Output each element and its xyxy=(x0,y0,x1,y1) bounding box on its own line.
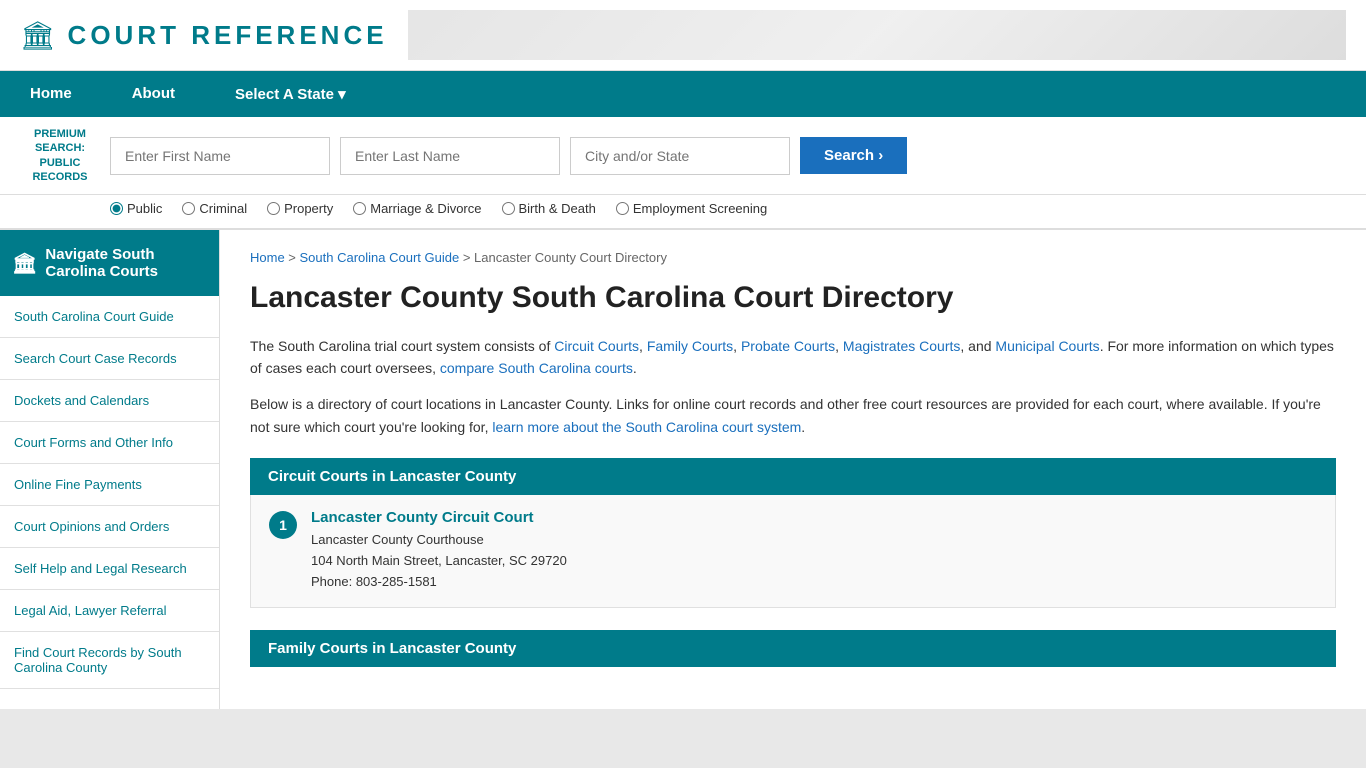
court-building-circuit-1: Lancaster County Courthouse xyxy=(311,530,567,551)
link-municipal-courts[interactable]: Municipal Courts xyxy=(995,338,1099,354)
circuit-courts-section: Circuit Courts in Lancaster County 1 Lan… xyxy=(250,458,1336,607)
sidebar-item-search-records[interactable]: Search Court Case Records xyxy=(0,338,219,380)
sidebar-item-self-help[interactable]: Self Help and Legal Research xyxy=(0,548,219,590)
logo-text: COURT REFERENCE xyxy=(68,20,388,51)
city-input[interactable] xyxy=(570,137,790,175)
search-button[interactable]: Search › xyxy=(800,137,907,174)
radio-bar: Public Criminal Property Marriage & Divo… xyxy=(0,195,1366,230)
sidebar-item-fine-payments[interactable]: Online Fine Payments xyxy=(0,464,219,506)
page-title: Lancaster County South Carolina Court Di… xyxy=(250,279,1336,317)
radio-criminal[interactable]: Criminal xyxy=(182,201,247,216)
radio-property[interactable]: Property xyxy=(267,201,333,216)
main-nav: Home About Select A State ▾ xyxy=(0,71,1366,117)
link-compare-courts[interactable]: compare South Carolina courts xyxy=(440,360,633,376)
link-learn-more[interactable]: learn more about the South Carolina cour… xyxy=(492,419,801,435)
family-courts-header: Family Courts in Lancaster County xyxy=(250,630,1336,667)
breadcrumb-home[interactable]: Home xyxy=(250,250,285,265)
main-wrapper: 🏛 Navigate South Carolina Courts South C… xyxy=(0,230,1366,708)
radio-public[interactable]: Public xyxy=(110,201,162,216)
court-phone-circuit-1: Phone: 803-285-1581 xyxy=(311,572,567,593)
sidebar-item-sc-court-guide[interactable]: South Carolina Court Guide xyxy=(0,296,219,338)
sidebar-icon: 🏛 xyxy=(12,251,37,276)
sidebar-header: 🏛 Navigate South Carolina Courts xyxy=(0,230,219,296)
radio-birth[interactable]: Birth & Death xyxy=(502,201,596,216)
intro-paragraph-1: The South Carolina trial court system co… xyxy=(250,335,1336,380)
search-bar: PREMIUM SEARCH: PUBLIC RECORDS Search › xyxy=(0,117,1366,195)
sidebar: 🏛 Navigate South Carolina Courts South C… xyxy=(0,230,220,708)
breadcrumb: Home > South Carolina Court Guide > Lanc… xyxy=(250,250,1336,265)
nav-about[interactable]: About xyxy=(102,71,205,117)
court-number-1: 1 xyxy=(269,511,297,539)
sidebar-item-find-records[interactable]: Find Court Records by South Carolina Cou… xyxy=(0,632,219,689)
link-family-courts[interactable]: Family Courts xyxy=(647,338,733,354)
link-probate-courts[interactable]: Probate Courts xyxy=(741,338,835,354)
nav-select-state[interactable]: Select A State ▾ xyxy=(205,71,376,117)
premium-label: PREMIUM SEARCH: PUBLIC RECORDS xyxy=(20,127,100,184)
sidebar-item-dockets[interactable]: Dockets and Calendars xyxy=(0,380,219,422)
link-circuit-courts[interactable]: Circuit Courts xyxy=(554,338,639,354)
sidebar-item-legal-aid[interactable]: Legal Aid, Lawyer Referral xyxy=(0,590,219,632)
site-header: 🏛 COURT REFERENCE xyxy=(0,0,1366,71)
sidebar-header-text: Navigate South Carolina Courts xyxy=(45,246,207,280)
radio-marriage[interactable]: Marriage & Divorce xyxy=(353,201,481,216)
family-courts-section: Family Courts in Lancaster County xyxy=(250,630,1336,667)
sidebar-item-opinions[interactable]: Court Opinions and Orders xyxy=(0,506,219,548)
content-area: Home > South Carolina Court Guide > Lanc… xyxy=(220,230,1366,708)
sidebar-item-forms[interactable]: Court Forms and Other Info xyxy=(0,422,219,464)
last-name-input[interactable] xyxy=(340,137,560,175)
radio-employment[interactable]: Employment Screening xyxy=(616,201,767,216)
court-info-circuit-1: Lancaster County Circuit Court Lancaster… xyxy=(311,509,567,592)
link-magistrates-courts[interactable]: Magistrates Courts xyxy=(843,338,960,354)
first-name-input[interactable] xyxy=(110,137,330,175)
court-name-circuit-1[interactable]: Lancaster County Circuit Court xyxy=(311,509,567,526)
circuit-courts-header: Circuit Courts in Lancaster County xyxy=(250,458,1336,495)
breadcrumb-state-guide[interactable]: South Carolina Court Guide xyxy=(300,250,460,265)
logo-icon: 🏛 xyxy=(20,19,56,52)
intro-paragraph-2: Below is a directory of court locations … xyxy=(250,393,1336,438)
court-address-circuit-1: 104 North Main Street, Lancaster, SC 297… xyxy=(311,551,567,572)
breadcrumb-current: Lancaster County Court Directory xyxy=(474,250,667,265)
nav-home[interactable]: Home xyxy=(0,71,102,117)
court-entry-circuit-1: 1 Lancaster County Circuit Court Lancast… xyxy=(250,495,1336,607)
header-image xyxy=(408,10,1346,60)
